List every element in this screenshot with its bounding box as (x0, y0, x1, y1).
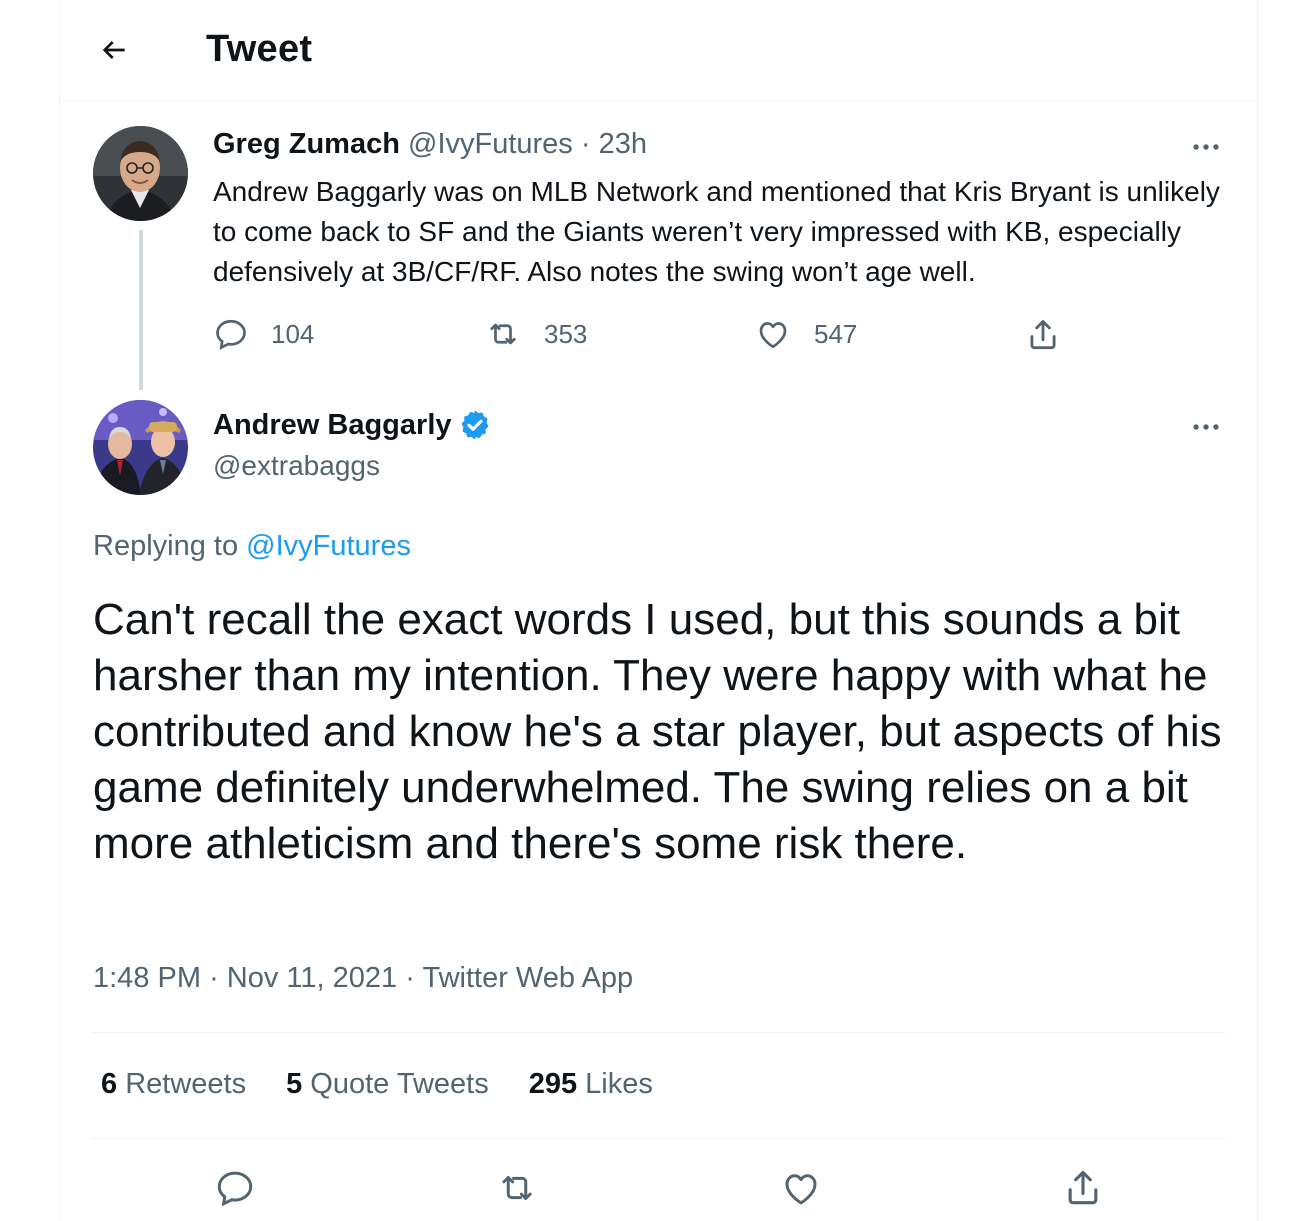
reply-icon (217, 1171, 253, 1207)
stats-top-divider (92, 1032, 1225, 1033)
retweet-button[interactable] (489, 1160, 545, 1216)
share-icon (1030, 320, 1056, 350)
retweet-icon (502, 1176, 532, 1200)
back-arrow-icon (102, 41, 125, 59)
meta-separator-2: · (405, 962, 415, 994)
parent-like-button[interactable]: 547 (754, 316, 857, 352)
like-icon (785, 1174, 817, 1205)
verified-badge-icon (461, 410, 488, 440)
replying-to: Replying to @IvyFutures (93, 530, 411, 563)
parent-retweet-button[interactable]: 353 (484, 316, 587, 352)
replying-prefix: Replying to (93, 530, 239, 562)
retweet-icon (490, 323, 516, 345)
stats-bottom-divider (92, 1138, 1225, 1139)
parent-more-button[interactable] (1186, 127, 1226, 167)
parent-share-button[interactable] (1024, 316, 1062, 354)
reply-button[interactable] (207, 1160, 263, 1216)
parent-retweet-count: 353 (544, 318, 588, 349)
meta-separator-1: · (209, 962, 219, 994)
main-more-button[interactable] (1186, 407, 1226, 447)
more-icon (1193, 144, 1219, 150)
more-icon (1193, 424, 1219, 430)
reply-icon (216, 319, 246, 350)
main-display-name[interactable]: Andrew Baggarly (213, 409, 452, 442)
parent-reply-button[interactable]: 104 (213, 316, 314, 352)
engagement-stats: 6 Retweets 5 Quote Tweets 295 Likes (101, 1068, 653, 1101)
parent-display-name[interactable]: Greg Zumach (213, 128, 400, 160)
parent-separator: · (580, 128, 591, 160)
parent-tweet-text: Andrew Baggarly was on MLB Network and m… (213, 176, 1220, 287)
tweet-source[interactable]: Twitter Web App (422, 962, 633, 994)
quote-tweets-stat[interactable]: 5 Quote Tweets (286, 1068, 489, 1101)
parent-timestamp[interactable]: 23h (599, 128, 647, 160)
page-header: Tweet (60, 0, 1257, 101)
avatar-andrew-baggarly[interactable] (93, 400, 188, 495)
timeline-column: Tweet Greg Zumach @IvyFutures · 23h Andr… (59, 0, 1258, 1221)
avatar-greg-zumach[interactable] (93, 126, 188, 221)
tweet-metadata: 1:48 PM · Nov 11, 2021 · Twitter Web App (93, 962, 633, 995)
main-tweet-text: Can't recall the exact words I used, but… (93, 595, 1222, 868)
back-button[interactable] (88, 24, 140, 76)
parent-handle[interactable]: @IvyFutures (408, 128, 573, 160)
share-button[interactable] (1055, 1160, 1111, 1216)
main-tweet-author: Andrew Baggarly (213, 408, 492, 442)
thread-connector-line (139, 230, 143, 390)
tweet-date[interactable]: Nov 11, 2021 (227, 962, 397, 994)
parent-tweet-header: Greg Zumach @IvyFutures · 23h (213, 128, 647, 161)
page-title: Tweet (206, 28, 313, 70)
share-icon (1068, 1170, 1098, 1205)
parent-reply-count: 104 (271, 318, 315, 349)
replying-to-handle-link[interactable]: @IvyFutures (246, 530, 411, 562)
retweets-stat[interactable]: 6 Retweets (101, 1068, 246, 1101)
parent-like-count: 547 (814, 318, 858, 349)
likes-stat[interactable]: 295 Likes (529, 1068, 653, 1101)
tweet-time[interactable]: 1:48 PM (93, 962, 201, 994)
main-handle[interactable]: @extrabaggs (213, 450, 380, 482)
like-icon (759, 322, 787, 349)
like-button[interactable] (773, 1160, 829, 1216)
